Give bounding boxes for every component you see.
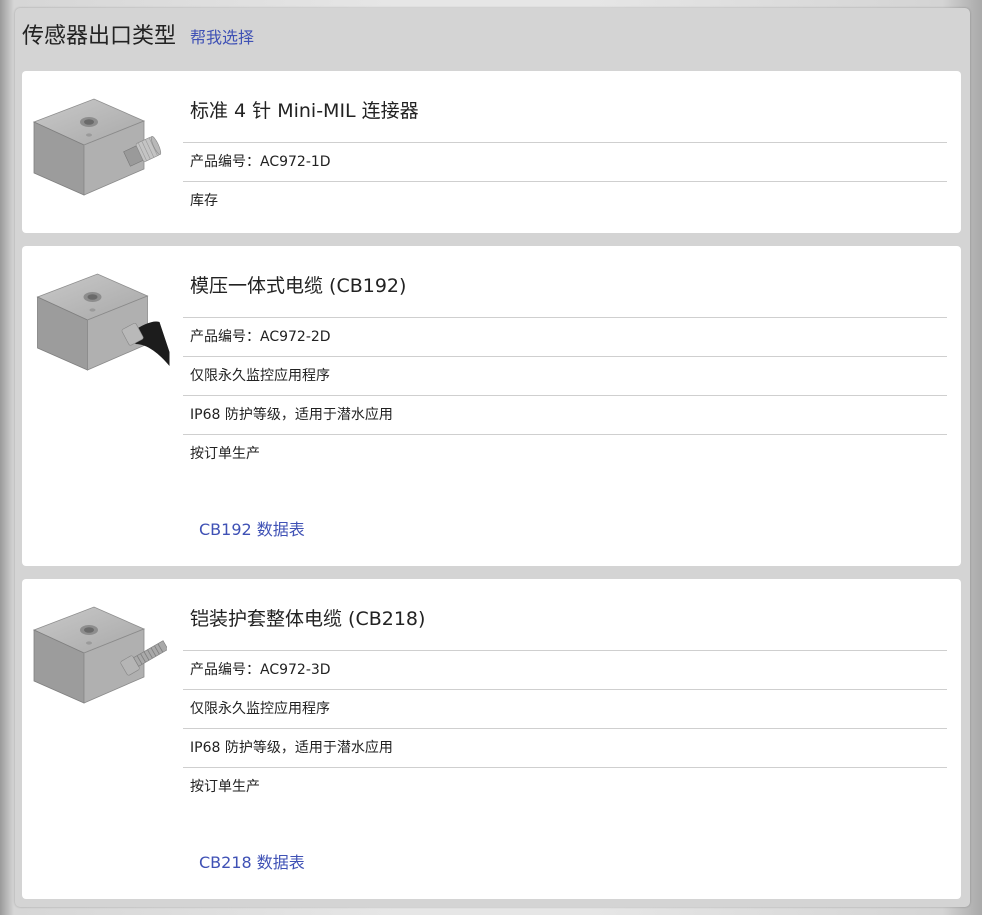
option-title: 标准 4 针 Mini-MIL 连接器 [190, 100, 419, 122]
option-card-mil-connector[interactable]: 标准 4 针 Mini-MIL 连接器 产品编号：AC972-1D 库存 [22, 71, 961, 233]
availability: 库存 [183, 181, 947, 220]
datasheet-link[interactable]: CB218 数据表 [199, 849, 305, 873]
option-details: 产品编号：AC972-3D 仅限永久监控应用程序 IP68 防护等级，适用于潜水… [183, 650, 947, 806]
option-details: 产品编号：AC972-2D 仅限永久监控应用程序 IP68 防护等级，适用于潜水… [183, 317, 947, 473]
option-title: 铠装护套整体电缆 (CB218) [190, 608, 426, 630]
availability: 按订单生产 [183, 434, 947, 473]
panel-header: 传感器出口类型 帮我选择 [22, 18, 254, 58]
sensor-molded-cable-image [36, 273, 170, 371]
application-note: 仅限永久监控应用程序 [183, 356, 947, 395]
option-details: 产品编号：AC972-1D 库存 [183, 142, 947, 220]
protection-rating: IP68 防护等级，适用于潜水应用 [183, 728, 947, 767]
option-card-molded-cable[interactable]: 模压一体式电缆 (CB192) 产品编号：AC972-2D 仅限永久监控应用程序… [22, 246, 961, 566]
part-number: 产品编号：AC972-1D [183, 142, 947, 181]
protection-rating: IP68 防护等级，适用于潜水应用 [183, 395, 947, 434]
sensor-mil-connector-image [32, 98, 162, 196]
availability: 按订单生产 [183, 767, 947, 806]
datasheet-link[interactable]: CB192 数据表 [199, 516, 305, 540]
option-title: 模压一体式电缆 (CB192) [190, 275, 407, 297]
help-me-choose-link[interactable]: 帮我选择 [190, 24, 254, 48]
page-title: 传感器出口类型 [22, 24, 177, 49]
sensor-output-panel: 传感器出口类型 帮我选择 标准 4 针 Mini-MIL 连接器 产品编号：AC… [15, 8, 970, 907]
part-number: 产品编号：AC972-3D [183, 650, 947, 689]
option-card-armored-cable[interactable]: 铠装护套整体电缆 (CB218) 产品编号：AC972-3D 仅限永久监控应用程… [22, 579, 961, 899]
part-number: 产品编号：AC972-2D [183, 317, 947, 356]
sensor-armored-cable-image [32, 606, 167, 704]
application-note: 仅限永久监控应用程序 [183, 689, 947, 728]
